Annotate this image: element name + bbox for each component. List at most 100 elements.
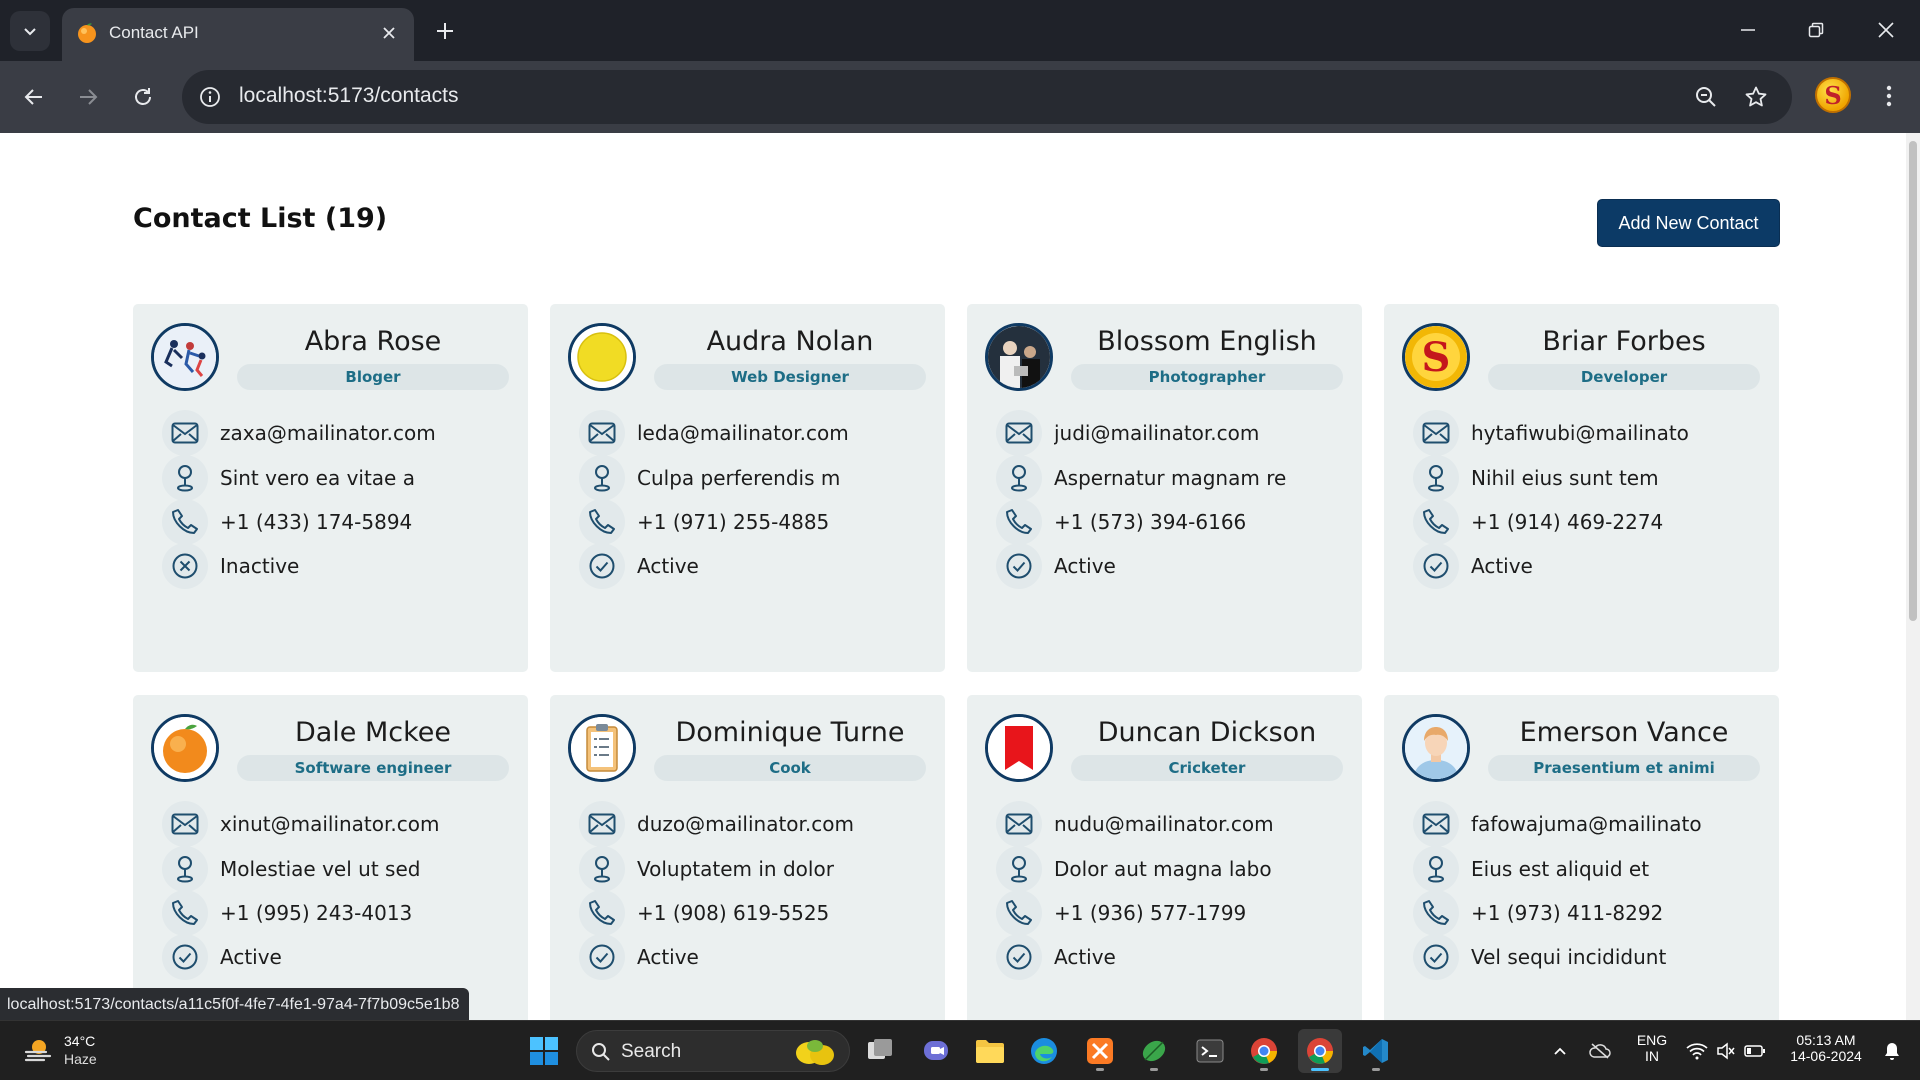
contact-role-badge: Cricketer (1071, 755, 1343, 781)
contact-role-badge: Web Designer (654, 364, 926, 390)
contact-phone: +1 (995) 243-4013 (220, 901, 413, 925)
contact-phone: +1 (971) 255-4885 (637, 510, 830, 534)
vscode-app[interactable] (1354, 1029, 1398, 1073)
contact-card[interactable]: Dominique Turne Cook duzo@mailinator.com… (550, 695, 945, 1020)
chevron-down-icon (24, 28, 36, 36)
region-code: IN (1645, 1048, 1659, 1064)
profile-avatar[interactable]: S (1815, 77, 1851, 113)
contact-name[interactable]: Blossom English (1071, 326, 1343, 357)
teams-chat-app[interactable] (914, 1029, 958, 1073)
contact-card[interactable]: Emerson Vance Praesentium et animi fafow… (1384, 695, 1779, 1020)
mail-icon (1413, 410, 1459, 456)
location-pin-icon (1413, 455, 1459, 501)
star-icon (1745, 86, 1767, 107)
cloud-sync-tray[interactable] (1580, 1029, 1620, 1073)
terminal-app[interactable] (1188, 1029, 1232, 1073)
contact-email-row: duzo@mailinator.com (579, 801, 919, 847)
start-button[interactable] (522, 1029, 566, 1073)
contact-phone-row: +1 (971) 255-4885 (579, 499, 919, 545)
contact-card[interactable]: S Briar Forbes Developer hytafiwubi@mail… (1384, 304, 1779, 672)
contact-card[interactable]: Dale Mckee Software engineer xinut@maili… (133, 695, 528, 1020)
contact-name[interactable]: Dominique Turne (654, 717, 926, 748)
contact-phone: +1 (573) 394-6166 (1054, 510, 1247, 534)
minimize-button[interactable] (1724, 10, 1772, 50)
zoom-button[interactable] (1690, 81, 1722, 113)
contact-phone: +1 (433) 174-5894 (220, 510, 413, 534)
edge-browser-app[interactable] (1022, 1029, 1066, 1073)
chrome-app-profile[interactable] (1298, 1029, 1342, 1073)
quick-settings-tray[interactable] (1676, 1029, 1776, 1073)
check-circle-icon (579, 934, 625, 980)
contact-status: Vel sequi incididunt (1471, 945, 1667, 969)
contact-phone-row: +1 (973) 411-8292 (1413, 890, 1753, 936)
bookmark-star-button[interactable] (1740, 81, 1772, 113)
site-info-button[interactable] (196, 83, 224, 111)
phone-icon (1413, 499, 1459, 545)
forward-button[interactable] (69, 78, 107, 116)
wifi-icon (1686, 1043, 1708, 1060)
contact-name[interactable]: Emerson Vance (1488, 717, 1760, 748)
back-button[interactable] (15, 78, 53, 116)
browser-tab-active[interactable]: Contact API (62, 8, 414, 61)
mongodb-compass-app[interactable] (1132, 1029, 1176, 1073)
add-new-contact-button[interactable]: Add New Contact (1597, 199, 1780, 247)
scrollbar-thumb[interactable] (1909, 141, 1917, 621)
contact-address-row: Voluptatem in dolor (579, 846, 919, 892)
contact-status: Active (637, 554, 699, 578)
contact-name[interactable]: Briar Forbes (1488, 326, 1760, 357)
contact-name[interactable]: Abra Rose (237, 326, 509, 357)
haze-weather-icon (24, 1040, 52, 1062)
phone-icon (162, 499, 208, 545)
weather-widget[interactable]: 34°C Haze (22, 1031, 152, 1071)
app-running-indicator (1096, 1068, 1104, 1071)
browser-menu-button[interactable] (1872, 79, 1906, 113)
location-pin-icon (579, 455, 625, 501)
contact-role-badge: Bloger (237, 364, 509, 390)
clock-time: 05:13 AM (1796, 1032, 1856, 1048)
contact-address-row: Eius est aliquid et (1413, 846, 1753, 892)
contact-status: Active (220, 945, 282, 969)
reload-button[interactable] (124, 78, 162, 116)
chrome-app[interactable] (1242, 1029, 1286, 1073)
folder-icon (976, 1040, 1004, 1063)
contact-card[interactable]: Abra Rose Bloger zaxa@mailinator.com Sin… (133, 304, 528, 672)
contact-email: fafowajuma@mailinato (1471, 812, 1702, 836)
taskbar-search[interactable]: Search (576, 1030, 850, 1072)
clock[interactable]: 05:13 AM 14-06-2024 (1782, 1032, 1870, 1064)
page-scrollbar[interactable] (1906, 133, 1920, 1020)
zoom-icon (1696, 87, 1716, 107)
orange-favicon-icon (78, 23, 96, 43)
xampp-app[interactable] (1078, 1029, 1122, 1073)
address-bar[interactable]: localhost:5173/contacts (182, 70, 1792, 124)
restore-button[interactable] (1792, 10, 1840, 50)
task-view-button[interactable] (858, 1029, 902, 1073)
contact-name[interactable]: Duncan Dickson (1071, 717, 1343, 748)
contact-avatar (985, 714, 1053, 782)
contact-avatar (151, 323, 219, 391)
input-language[interactable]: ENG IN (1630, 1032, 1674, 1064)
tab-search-button[interactable] (10, 11, 50, 51)
xampp-icon (1087, 1038, 1113, 1064)
chevron-up-icon (1554, 1047, 1566, 1055)
contact-card[interactable]: Audra Nolan Web Designer leda@mailinator… (550, 304, 945, 672)
close-window-button[interactable] (1862, 10, 1910, 50)
lemon-search-highlight-icon (796, 1040, 834, 1065)
file-explorer-app[interactable] (968, 1029, 1012, 1073)
tab-close-button[interactable] (376, 20, 402, 46)
mail-icon (996, 801, 1042, 847)
phone-icon (996, 499, 1042, 545)
new-tab-button[interactable] (428, 14, 462, 48)
location-pin-icon (996, 455, 1042, 501)
browser-toolbar: localhost:5173/contacts S (0, 61, 1920, 133)
show-hidden-icons-button[interactable] (1540, 1029, 1580, 1073)
contact-card[interactable]: Duncan Dickson Cricketer nudu@mailinator… (967, 695, 1362, 1020)
contact-name[interactable]: Dale Mckee (237, 717, 509, 748)
taskbar-search-label: Search (621, 1041, 682, 1062)
contact-avatar: S (1402, 323, 1470, 391)
url-text[interactable]: localhost:5173/contacts (239, 84, 458, 108)
contact-avatar (568, 714, 636, 782)
minimize-icon (1741, 29, 1755, 31)
contact-card[interactable]: Blossom English Photographer judi@mailin… (967, 304, 1362, 672)
contact-name[interactable]: Audra Nolan (654, 326, 926, 357)
notifications-button[interactable] (1872, 1029, 1912, 1073)
